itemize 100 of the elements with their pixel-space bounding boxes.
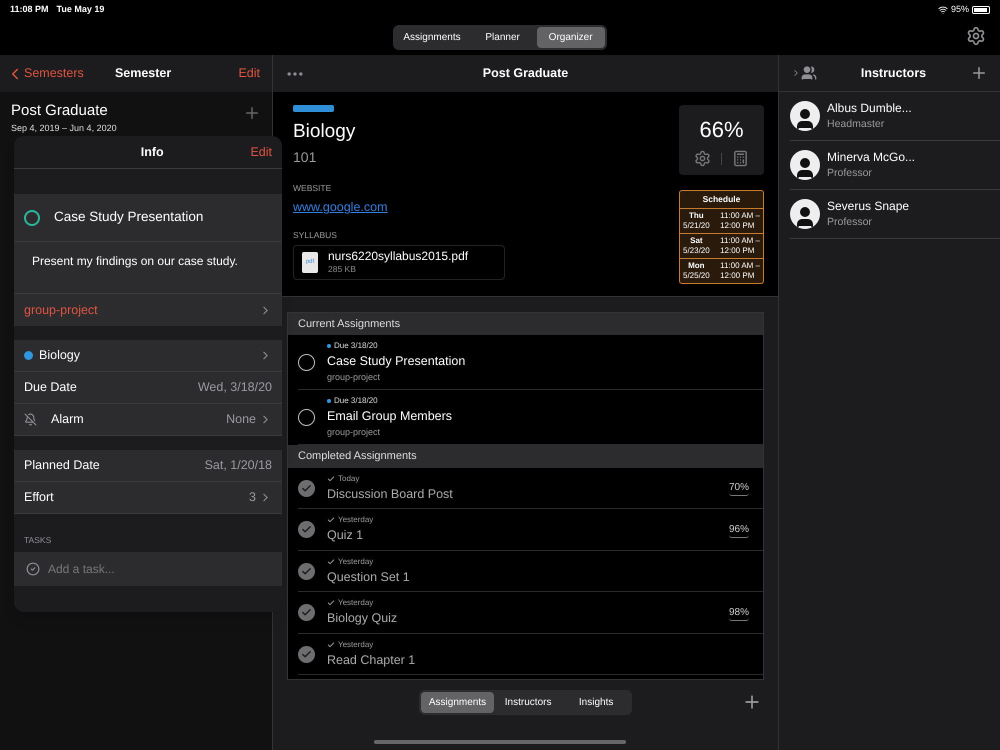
calculator-icon[interactable]	[732, 150, 749, 167]
instructor-row[interactable]: Albus Dumble... Headmaster	[790, 92, 1000, 141]
schedule-end: 12:00 PM	[720, 246, 756, 256]
instructor-role: Professor	[827, 215, 873, 230]
instructor-name: Severus Snape	[827, 198, 910, 216]
tag-row[interactable]: group-project	[14, 294, 282, 326]
file-name: nurs6220syllabus2015.pdf	[328, 248, 468, 263]
schedule-start: 11:00 AM –	[720, 236, 760, 246]
segment-tab[interactable]: Insights	[562, 692, 630, 713]
assignment-row[interactable]: Yesterday Read Chapter 1	[298, 634, 763, 676]
schedule-title: Schedule	[680, 191, 763, 209]
due-date: Due 3/18/20	[334, 395, 378, 408]
section-header: Current Assignments	[288, 312, 763, 336]
course-number: 101	[293, 148, 318, 166]
due-date: Due 3/18/20	[334, 340, 378, 352]
instructor-row[interactable]: Minerva McGo... Professor	[790, 141, 1000, 190]
instructor-row[interactable]: Severus Snape Professor	[790, 190, 1000, 239]
completed-when: Yesterday	[338, 556, 374, 568]
assignment-row[interactable]: Yesterday Question Set 1	[298, 550, 763, 592]
avatar-icon	[790, 101, 820, 131]
row-label: Due Date	[24, 379, 77, 396]
add-task-field[interactable]: Add a task...	[14, 552, 282, 586]
grade-percent: 66%	[699, 116, 744, 144]
instructor-name: Minerva McGo...	[827, 149, 916, 166]
schedule-date: 5/23/20	[683, 246, 710, 256]
schedule-start: 11:00 AM –	[720, 210, 760, 221]
segment-tab[interactable]: Organizer	[536, 27, 605, 48]
assignment-description: Present my findings on our case study.	[14, 242, 282, 294]
check-icon	[327, 640, 335, 649]
segment-tab[interactable]: Instructors	[494, 692, 562, 713]
row-label: Biology	[39, 347, 80, 364]
semester-dates: Sep 4, 2019 – Jun 4, 2020	[11, 122, 117, 132]
row-label: Alarm	[51, 411, 84, 428]
row-value: None	[226, 411, 256, 428]
bell-off-icon	[24, 413, 37, 426]
file-size: 285 KB	[328, 262, 357, 276]
edit-button[interactable]: Edit	[250, 142, 272, 162]
assignment-title: Discussion Board Post	[327, 486, 454, 503]
info-row[interactable]: Planned Date Sat, 1/20/18	[14, 450, 282, 482]
instructor-role: Headmaster	[827, 117, 886, 132]
assignment-row[interactable]: Yesterday Quiz 1 96%	[298, 509, 763, 551]
segment-tab[interactable]: Assignments	[420, 692, 494, 713]
edit-button[interactable]: Edit	[238, 64, 266, 83]
section-header: Completed Assignments	[288, 445, 763, 468]
info-row[interactable]: Biology	[14, 340, 282, 372]
schedule-end: 12:00 PM	[720, 220, 756, 231]
back-button[interactable]: Semesters	[6, 64, 84, 83]
tasks-header: TASKS	[23, 534, 52, 547]
instructor-role: Professor	[827, 166, 873, 182]
schedule-date: 5/25/20	[683, 270, 710, 281]
row-label: Planned Date	[24, 457, 100, 474]
completed-when: Yesterday	[338, 638, 374, 651]
check-icon	[327, 516, 335, 524]
website-link[interactable]: www.google.com	[293, 198, 679, 217]
info-row[interactable]: Due Date Wed, 3/18/20	[14, 372, 282, 404]
assignment-title: Case Study Presentation	[54, 208, 204, 226]
add-icon[interactable]	[970, 64, 988, 82]
assignment-tag: group-project	[327, 370, 466, 384]
schedule-day: Thu	[689, 210, 704, 221]
assignment-row[interactable]: Today Discussion Board Post 70%	[298, 468, 763, 510]
assignment-title: Question Set 1	[327, 568, 411, 586]
panel-title: Instructors	[860, 64, 928, 82]
status-time: 11:08 PM	[10, 3, 49, 16]
schedule-end: 12:00 PM	[720, 270, 756, 281]
schedule-date: 5/21/20	[683, 220, 710, 231]
semester-name: Post Graduate	[11, 101, 109, 121]
task-check-icon	[26, 562, 40, 576]
assignment-row[interactable]: Due 3/18/20 Case Study Presentation group-project	[298, 335, 763, 390]
avatar-icon	[790, 150, 820, 180]
score: 70%	[728, 480, 749, 496]
segment-tab[interactable]: Assignments	[395, 27, 469, 48]
panel-title: Semester	[114, 65, 172, 82]
row-label: Effort	[24, 489, 54, 506]
schedule-start: 11:00 AM –	[720, 260, 760, 271]
check-icon	[327, 599, 335, 608]
avatar-icon	[790, 199, 820, 229]
segment-tab[interactable]: Planner	[468, 27, 537, 48]
score: 98%	[728, 604, 749, 620]
section-label: WEBSITE	[293, 182, 332, 194]
assignment-tag: group-project	[327, 426, 452, 440]
course-name: Biology	[293, 120, 356, 144]
settings-icon[interactable]	[694, 150, 711, 167]
completed-when: Today	[338, 472, 360, 485]
panel-title: Post Graduate	[482, 65, 570, 82]
schedule-day: Mon	[688, 260, 705, 271]
assignment-row[interactable]: Yesterday Biology Quiz 98%	[298, 592, 763, 634]
tag-label: group-project	[24, 302, 99, 319]
row-value: Wed, 3/18/20	[198, 379, 272, 396]
completed-when: Yesterday	[338, 597, 374, 610]
task-input[interactable]: Add a task...	[48, 560, 270, 578]
add-icon[interactable]	[243, 104, 261, 122]
settings-icon[interactable]	[966, 26, 986, 46]
popover-title: Info	[140, 144, 165, 161]
battery-icon	[972, 6, 990, 14]
assignment-title: Email Group Members	[327, 408, 452, 426]
assignment-title: Biology Quiz	[327, 610, 398, 628]
wifi-icon	[938, 5, 948, 15]
info-row[interactable]: Alarm None	[14, 404, 282, 436]
info-row[interactable]: Effort 3	[14, 482, 282, 514]
assignment-title: Quiz 1	[327, 527, 364, 544]
